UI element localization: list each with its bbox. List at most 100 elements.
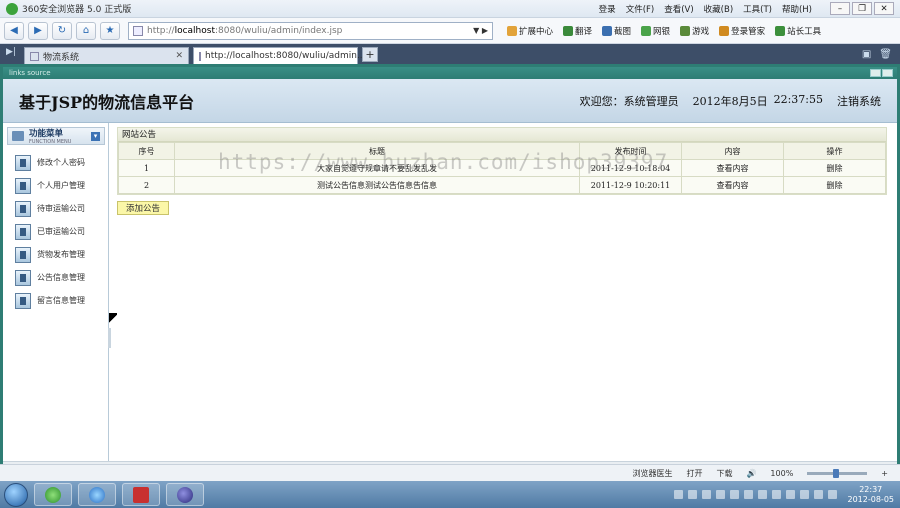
download-button[interactable]: 下载 [716, 468, 732, 479]
tab-tools: ▣ 🗑 [862, 49, 900, 60]
sidebar-item-message-management[interactable]: 留言信息管理 [3, 289, 108, 312]
sidebar-item-change-password[interactable]: 修改个人密码 [3, 151, 108, 174]
tray-icon[interactable] [729, 490, 739, 499]
webmaster-tools-button[interactable]: 站长工具 [775, 25, 821, 37]
sidebar-item-pending-companies[interactable]: 待审运输公司 [3, 197, 108, 220]
taskbar-ie[interactable] [78, 483, 116, 506]
collapse-icon[interactable]: ▾ [91, 131, 100, 141]
taskbar-clock[interactable]: 22:37 2012-08-05 [848, 485, 895, 505]
cell-time: 2011-12-9 10:20:11 [579, 176, 682, 194]
tray-icon[interactable] [687, 490, 697, 499]
mouse-cursor-icon [109, 313, 117, 325]
trash-icon[interactable]: 🗑 [879, 49, 892, 60]
tray-icon[interactable] [701, 490, 711, 499]
refresh-icon[interactable]: ↻ [52, 21, 72, 40]
tab-page-icon [199, 51, 201, 61]
main-content: 网站公告 序号 标题 发布时间 内容 操作 1 大家自觉遵守规章请不要乱发乱发 … [109, 123, 897, 461]
menu-file[interactable]: 文件(F) [626, 3, 655, 15]
view-content-link[interactable]: 查看内容 [681, 176, 784, 194]
sidebar-item-notice-management[interactable]: 公告信息管理 [3, 266, 108, 289]
volume-icon[interactable]: 🔊 [746, 469, 756, 478]
extension-center-button[interactable]: 扩展中心 [507, 25, 553, 37]
tray-icon[interactable] [743, 490, 753, 499]
taskbar-app-red[interactable] [122, 483, 160, 506]
start-button[interactable] [4, 482, 28, 507]
translate-button[interactable]: 翻译 [563, 25, 592, 37]
back-icon[interactable]: ◀ [4, 21, 24, 40]
zoom-level[interactable]: 100% [770, 469, 793, 478]
sidebar-item-user-management[interactable]: 个人用户管理 [3, 174, 108, 197]
tab-admin[interactable]: http://localhost:8080/wuliu/admin... ✕ [193, 47, 373, 64]
sidebar-toggle-icon[interactable]: ▶| [6, 47, 20, 61]
online-bank-button[interactable]: 网银 [641, 25, 670, 37]
tab-list-icon[interactable]: ▣ [862, 49, 871, 60]
browser-360-icon [45, 486, 61, 503]
tray-icon[interactable] [827, 490, 837, 499]
ie-icon [89, 486, 105, 503]
browser-title: 360安全浏览器 5.0 正式版 [22, 5, 132, 15]
delete-link[interactable]: 删除 [783, 176, 886, 194]
column-header: 标题 [174, 142, 580, 160]
cell-no: 1 [118, 159, 175, 177]
table-header-row: 序号 标题 发布时间 内容 操作 [118, 142, 886, 160]
minimize-icon[interactable]: – [830, 2, 850, 15]
menu-view[interactable]: 查看(V) [664, 3, 693, 15]
tray-icon[interactable] [757, 490, 767, 499]
app-caption: links source [3, 67, 897, 79]
menu-tools[interactable]: 工具(T) [743, 3, 772, 15]
column-header: 发布时间 [579, 142, 682, 160]
browser-logo-icon [6, 2, 18, 15]
delete-link[interactable]: 删除 [783, 159, 886, 177]
tray-icon[interactable] [799, 490, 809, 499]
forward-icon[interactable]: ▶ [28, 21, 48, 40]
sidebar-item-approved-companies[interactable]: 已审运输公司 [3, 220, 108, 243]
column-header: 操作 [783, 142, 886, 160]
panel-title: 网站公告 [118, 128, 886, 142]
menu-login[interactable]: 登录 [599, 3, 616, 15]
zoom-slider[interactable] [807, 468, 868, 478]
sidebar: 功能菜单 FUNCTION MENU ▾ 修改个人密码 个人用户管理 待审运输公司… [3, 123, 111, 461]
os-taskbar: 22:37 2012-08-05 [0, 481, 900, 508]
open-button[interactable]: 打开 [686, 468, 702, 479]
address-bar[interactable]: http://localhost:8080/wuliu/admin/index.… [128, 21, 493, 40]
restore-icon[interactable]: ❐ [852, 2, 872, 15]
zoom-in-icon[interactable]: + [881, 469, 888, 478]
welcome-text: 欢迎您：系统管理员 [579, 94, 679, 108]
favorite-star-icon[interactable]: ★ [100, 21, 120, 40]
screenshot-button[interactable]: 截图 [602, 25, 631, 37]
taskbar-360browser[interactable] [34, 483, 72, 506]
app-close-icon[interactable] [882, 69, 893, 77]
user-icon [15, 154, 31, 171]
notice-panel: 网站公告 序号 标题 发布时间 内容 操作 1 大家自觉遵守规章请不要乱发乱发 … [117, 127, 887, 195]
tray-icon[interactable] [673, 490, 683, 499]
menu-help[interactable]: 帮助(H) [782, 3, 812, 15]
home-icon[interactable]: ⌂ [76, 21, 96, 40]
tab-wuliu[interactable]: 物流系统 ✕ [24, 47, 189, 64]
current-time: 22:37:55 [773, 92, 823, 106]
close-icon[interactable]: ✕ [874, 2, 894, 15]
new-tab-button[interactable]: + [362, 46, 378, 62]
logout-link[interactable]: 注销系统 [837, 93, 881, 109]
add-notice-button[interactable]: 添加公告 [117, 201, 169, 215]
sidebar-splitter[interactable] [108, 328, 111, 348]
browser-titlebar: 360安全浏览器 5.0 正式版 登录 文件(F) 查看(V) 收藏(B) 工具… [0, 0, 900, 18]
column-header: 内容 [681, 142, 784, 160]
games-button[interactable]: 游戏 [680, 25, 709, 37]
app-minimize-icon[interactable] [870, 69, 881, 77]
sidebar-item-cargo-publishing[interactable]: 货物发布管理 [3, 243, 108, 266]
app-caption-controls [870, 69, 897, 77]
browser-doctor-button[interactable]: 浏览器医生 [632, 468, 672, 479]
view-content-link[interactable]: 查看内容 [681, 159, 784, 177]
tray-icon[interactable] [771, 490, 781, 499]
address-dropdown-icon[interactable]: ▼ ▶ [473, 26, 488, 35]
taskbar-eclipse[interactable] [166, 483, 204, 506]
address-url[interactable]: http://localhost:8080/wuliu/admin/index.… [147, 26, 342, 36]
menu-icon [12, 131, 24, 141]
tray-icon[interactable] [785, 490, 795, 499]
menu-favorites[interactable]: 收藏(B) [704, 3, 733, 15]
login-manager-button[interactable]: 登录管家 [719, 25, 765, 37]
tray-icon[interactable] [715, 490, 725, 499]
user-icon [15, 200, 31, 217]
tab-close-icon[interactable]: ✕ [175, 51, 183, 61]
tray-icon[interactable] [813, 490, 823, 499]
